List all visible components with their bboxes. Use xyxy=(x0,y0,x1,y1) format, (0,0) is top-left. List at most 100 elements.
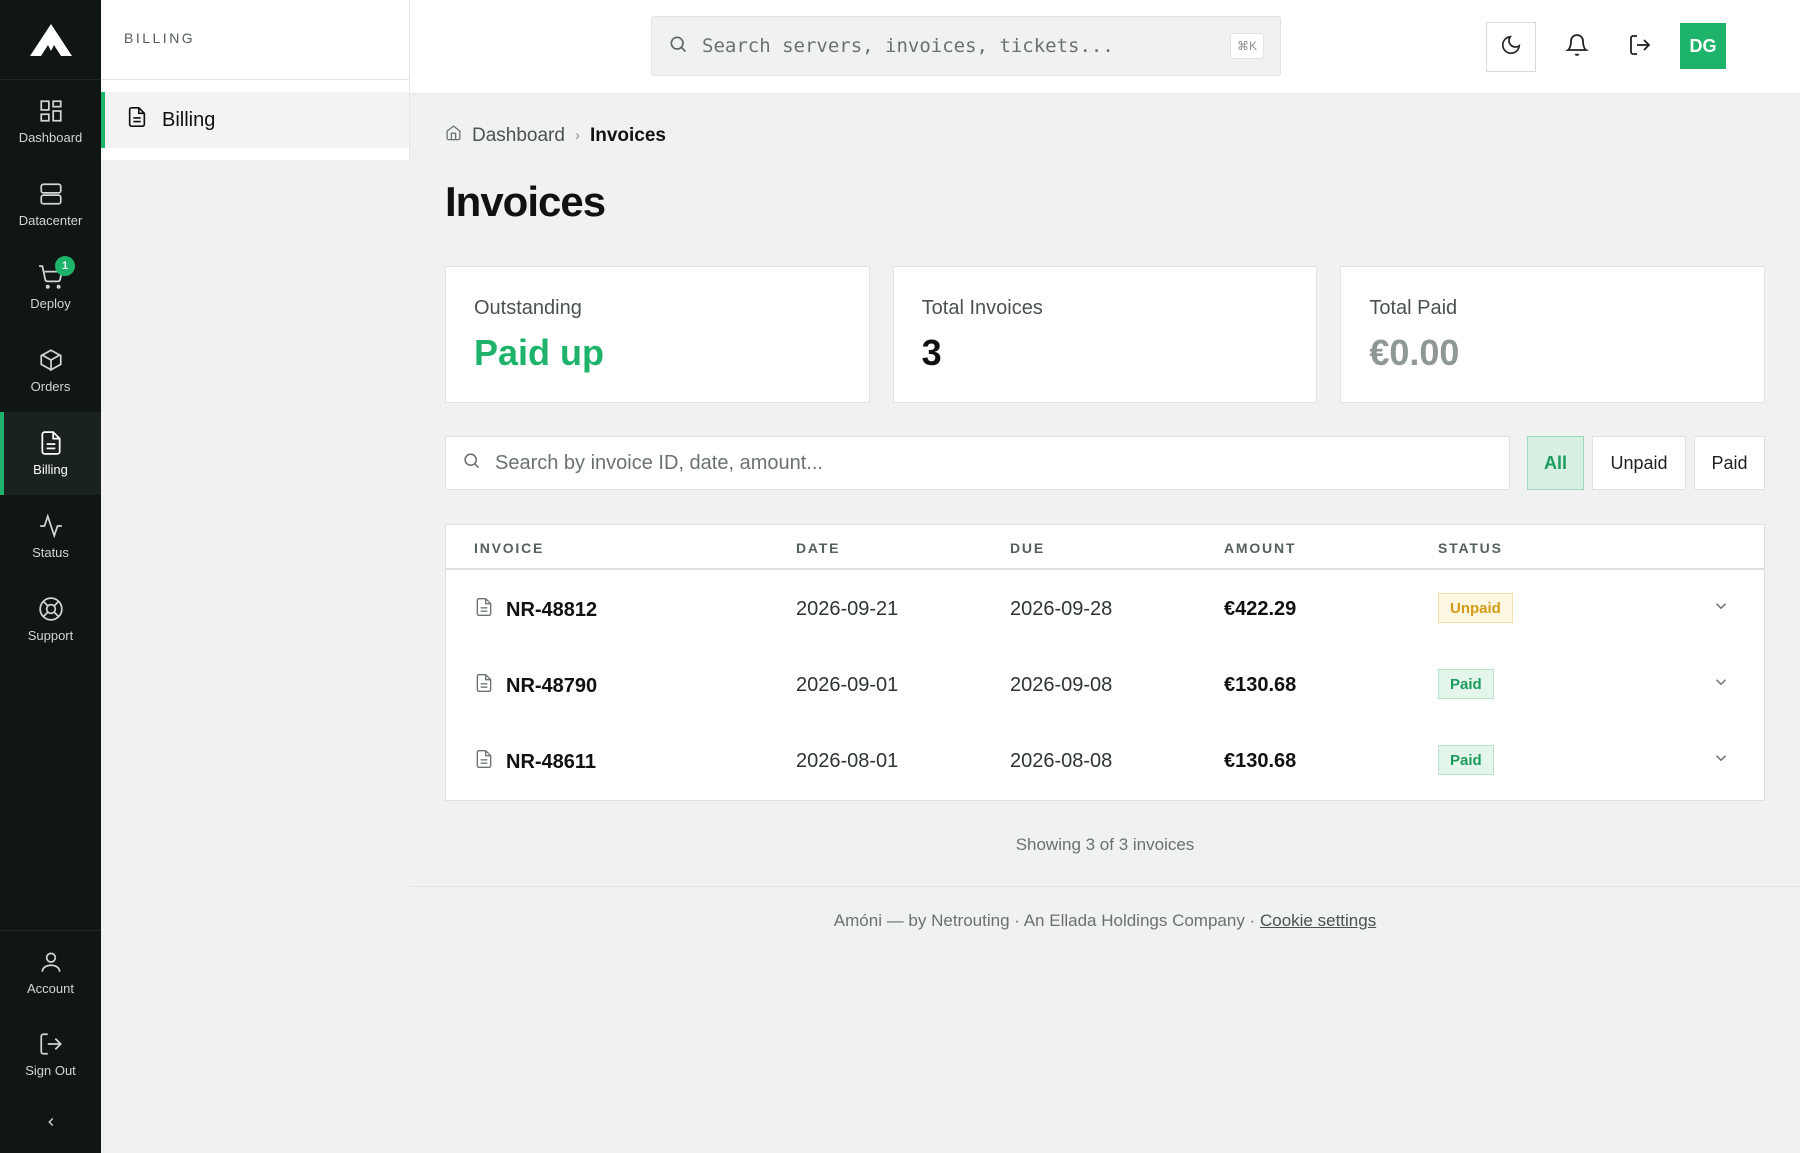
table-row[interactable]: NR-48611 2026-08-01 2026-08-08 €130.68 P… xyxy=(446,722,1764,798)
chevron-down-icon[interactable] xyxy=(1712,749,1730,773)
status-badge: Paid xyxy=(1438,745,1494,775)
bell-icon xyxy=(1565,33,1589,62)
nav-label: Status xyxy=(32,545,69,560)
invoice-id: NR-48812 xyxy=(506,598,598,621)
invoice-id: NR-48790 xyxy=(506,674,598,697)
notifications-button[interactable] xyxy=(1552,22,1602,72)
filter-unpaid-button[interactable]: Unpaid xyxy=(1592,436,1686,490)
sidebar-item-label: Billing xyxy=(162,108,216,131)
table-row[interactable]: NR-48790 2026-09-01 2026-09-08 €130.68 P… xyxy=(446,646,1764,722)
file-icon xyxy=(474,748,494,776)
chevron-left-icon xyxy=(44,1115,58,1134)
invoice-id-cell: NR-48611 xyxy=(474,748,596,776)
status-badge: Unpaid xyxy=(1438,593,1513,623)
outstanding-card: Outstanding Paid up xyxy=(445,266,870,403)
status-badge: Paid xyxy=(1438,669,1494,699)
search-icon xyxy=(462,451,481,475)
invoice-amount: €130.68 xyxy=(1224,750,1297,772)
chevron-down-icon[interactable] xyxy=(1712,597,1730,621)
card-label: Total Invoices xyxy=(921,297,1043,319)
breadcrumb-current: Invoices xyxy=(589,124,666,146)
nav-item-dashboard[interactable]: Dashboard xyxy=(0,80,101,163)
total-paid-value: €0.00 xyxy=(1369,332,1460,373)
invoice-search-input[interactable] xyxy=(495,451,1475,475)
document-icon xyxy=(126,106,148,134)
invoice-id-cell: NR-48790 xyxy=(474,672,597,700)
outstanding-value: Paid up xyxy=(474,332,605,373)
user-icon xyxy=(38,949,64,975)
invoice-due: 2026-09-08 xyxy=(1010,674,1113,696)
nav-label: Orders xyxy=(30,379,71,394)
filter-row: All Unpaid Paid xyxy=(445,436,1765,490)
column-header-date: DATE xyxy=(796,540,841,556)
column-header-amount: AMOUNT xyxy=(1224,540,1297,556)
home-icon xyxy=(445,124,462,147)
invoice-search xyxy=(445,436,1510,490)
nav-label: Dashboard xyxy=(18,130,83,145)
nav-label: Billing xyxy=(33,462,68,477)
sign-out-icon xyxy=(1628,33,1652,62)
section-menu: Billing xyxy=(101,80,410,160)
nav-item-billing[interactable]: Billing xyxy=(0,412,101,495)
page-title: Invoices xyxy=(445,178,606,225)
nav-label: Account xyxy=(27,980,74,996)
cookie-settings-link[interactable]: Cookie settings xyxy=(1260,911,1376,930)
sign-out-button[interactable] xyxy=(1615,22,1665,72)
nav-item-support[interactable]: Support xyxy=(0,578,101,661)
shortcut-hint: ⌘K xyxy=(1229,33,1264,59)
nav-label: Deploy xyxy=(30,296,71,311)
sidebar-item-billing[interactable]: Billing xyxy=(101,92,409,148)
table-row[interactable]: NR-48812 2026-09-21 2026-09-28 €422.29 U… xyxy=(446,570,1764,646)
filter-all-button[interactable]: All xyxy=(1527,436,1584,490)
activity-icon xyxy=(38,513,64,539)
nav-label: Datacenter xyxy=(18,213,83,228)
nav-item-datacenter[interactable]: Datacenter xyxy=(0,163,101,246)
invoice-date: 2026-09-01 xyxy=(796,674,899,696)
nav-label: Support xyxy=(27,628,74,643)
top-bar: ⌘K DG xyxy=(410,0,1800,94)
moon-icon xyxy=(1500,34,1522,61)
column-header-invoice: INVOICE xyxy=(474,540,545,556)
table-header: INVOICE DATE DUE AMOUNT STATUS xyxy=(446,525,1764,570)
theme-toggle-button[interactable] xyxy=(1486,22,1536,72)
nav-rail-bottom: Account Sign Out xyxy=(0,930,101,1153)
nav-item-sign-out[interactable]: Sign Out xyxy=(0,1013,101,1095)
card-label: Outstanding xyxy=(474,297,582,319)
summary-cards: Outstanding Paid up Total Invoices 3 Tot… xyxy=(445,266,1766,403)
nav-label: Sign Out xyxy=(25,1062,76,1078)
chevron-down-icon[interactable] xyxy=(1712,673,1730,697)
collapse-sidebar-button[interactable] xyxy=(0,1095,101,1153)
invoice-date: 2026-08-01 xyxy=(796,750,899,772)
column-header-due: DUE xyxy=(1010,540,1045,556)
nav-rail: Dashboard Datacenter 1 Deploy Orders Bil… xyxy=(0,0,101,1153)
cart-count-badge: 1 xyxy=(55,256,75,276)
user-avatar[interactable]: DG xyxy=(1680,23,1726,69)
filter-paid-button[interactable]: Paid xyxy=(1694,436,1765,490)
sign-out-icon xyxy=(38,1031,64,1057)
nav-item-deploy[interactable]: 1 Deploy xyxy=(0,246,101,329)
invoice-id-cell: NR-48812 xyxy=(474,596,597,624)
nav-item-account[interactable]: Account xyxy=(0,931,101,1013)
chevron-right-icon: › xyxy=(574,127,580,144)
total-invoices-card: Total Invoices 3 xyxy=(892,266,1318,403)
global-search: ⌘K xyxy=(651,16,1281,76)
file-icon xyxy=(474,672,494,700)
nav-item-orders[interactable]: Orders xyxy=(0,329,101,412)
grid-icon xyxy=(38,98,64,124)
table-count-text: Showing 3 of 3 invoices xyxy=(1015,835,1195,854)
box-icon xyxy=(38,347,64,373)
breadcrumb-dashboard-link[interactable]: Dashboard xyxy=(472,125,565,147)
invoice-table: INVOICE DATE DUE AMOUNT STATUS NR-48812 … xyxy=(445,524,1765,801)
search-icon xyxy=(668,34,688,59)
invoice-due: 2026-08-08 xyxy=(1010,750,1113,772)
global-search-input[interactable] xyxy=(702,35,1202,57)
section-heading: BILLING xyxy=(101,0,410,80)
page-footer: Amóni — by Netrouting · An Ellada Holdin… xyxy=(410,886,1800,931)
document-icon xyxy=(38,430,64,456)
file-icon xyxy=(474,596,494,624)
nav-item-status[interactable]: Status xyxy=(0,495,101,578)
logo-icon xyxy=(29,23,72,56)
section-sidebar: BILLING Billing xyxy=(101,0,410,1153)
total-invoices-value: 3 xyxy=(921,332,942,373)
app-logo[interactable] xyxy=(0,0,101,80)
